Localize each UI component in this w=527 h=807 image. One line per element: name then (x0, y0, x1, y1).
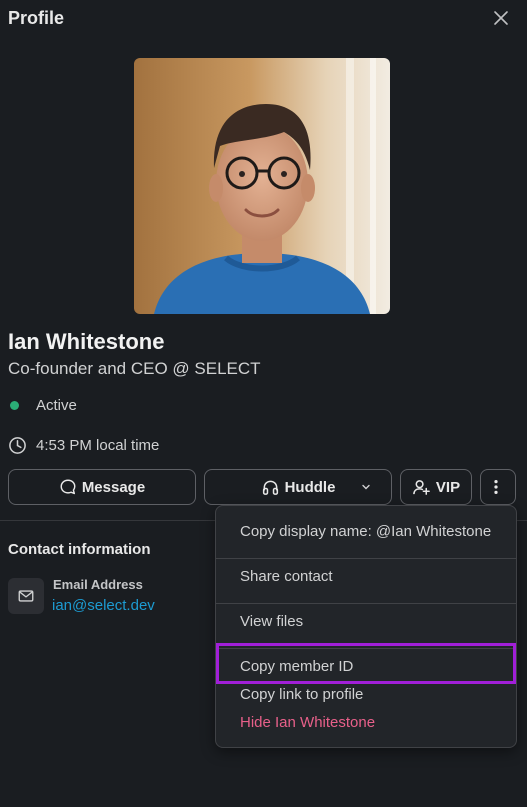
vip-button-label: VIP (435, 478, 461, 496)
menu-item-hide-user[interactable]: Hide Ian Whitestone (216, 714, 516, 731)
huddle-button[interactable]: Huddle (204, 469, 392, 505)
menu-divider (216, 603, 516, 604)
local-time: 4:53 PM local time (8, 436, 159, 455)
profile-title: Co-founder and CEO @ SELECT (8, 359, 261, 378)
local-time-text: 4:53 PM local time (36, 437, 160, 454)
email-icon-box (8, 578, 44, 614)
menu-item-view-files[interactable]: View files (216, 613, 516, 630)
close-icon (494, 11, 508, 25)
headphones-icon (262, 480, 278, 495)
status-dot-icon (10, 401, 19, 410)
email-link[interactable]: ian@select.dev (52, 597, 155, 614)
menu-divider (216, 558, 516, 559)
mail-icon (18, 590, 34, 602)
contact-section-title: Contact information (8, 541, 151, 558)
close-button[interactable] (490, 7, 512, 29)
menu-divider (216, 648, 516, 649)
menu-item-copy-link[interactable]: Copy link to profile (216, 686, 516, 703)
message-icon (60, 479, 76, 495)
chevron-down-icon[interactable] (360, 481, 372, 493)
clock-icon (9, 437, 26, 454)
huddle-button-label: Huddle (284, 478, 336, 496)
more-vertical-icon (493, 479, 498, 495)
email-label: Email Address (53, 577, 143, 592)
profile-header: Profile (0, 0, 527, 38)
message-button[interactable]: Message (8, 469, 196, 505)
more-options-menu: Copy display name: @Ian Whitestone Share… (215, 505, 517, 748)
more-options-button[interactable] (480, 469, 516, 505)
status-text: Active (36, 397, 77, 414)
profile-name: Ian Whitestone (8, 329, 165, 354)
page-title: Profile (8, 8, 65, 28)
message-button-label: Message (81, 478, 146, 496)
menu-item-share-contact[interactable]: Share contact (216, 568, 516, 585)
add-person-icon (413, 479, 430, 495)
menu-item-copy-display-name[interactable]: Copy display name: @Ian Whitestone (216, 523, 516, 540)
vip-button[interactable]: VIP (400, 469, 472, 505)
avatar (134, 58, 390, 314)
menu-item-copy-member-id[interactable]: Copy member ID (216, 658, 516, 675)
profile-photo (134, 58, 390, 314)
status-indicator: Active (10, 397, 77, 414)
